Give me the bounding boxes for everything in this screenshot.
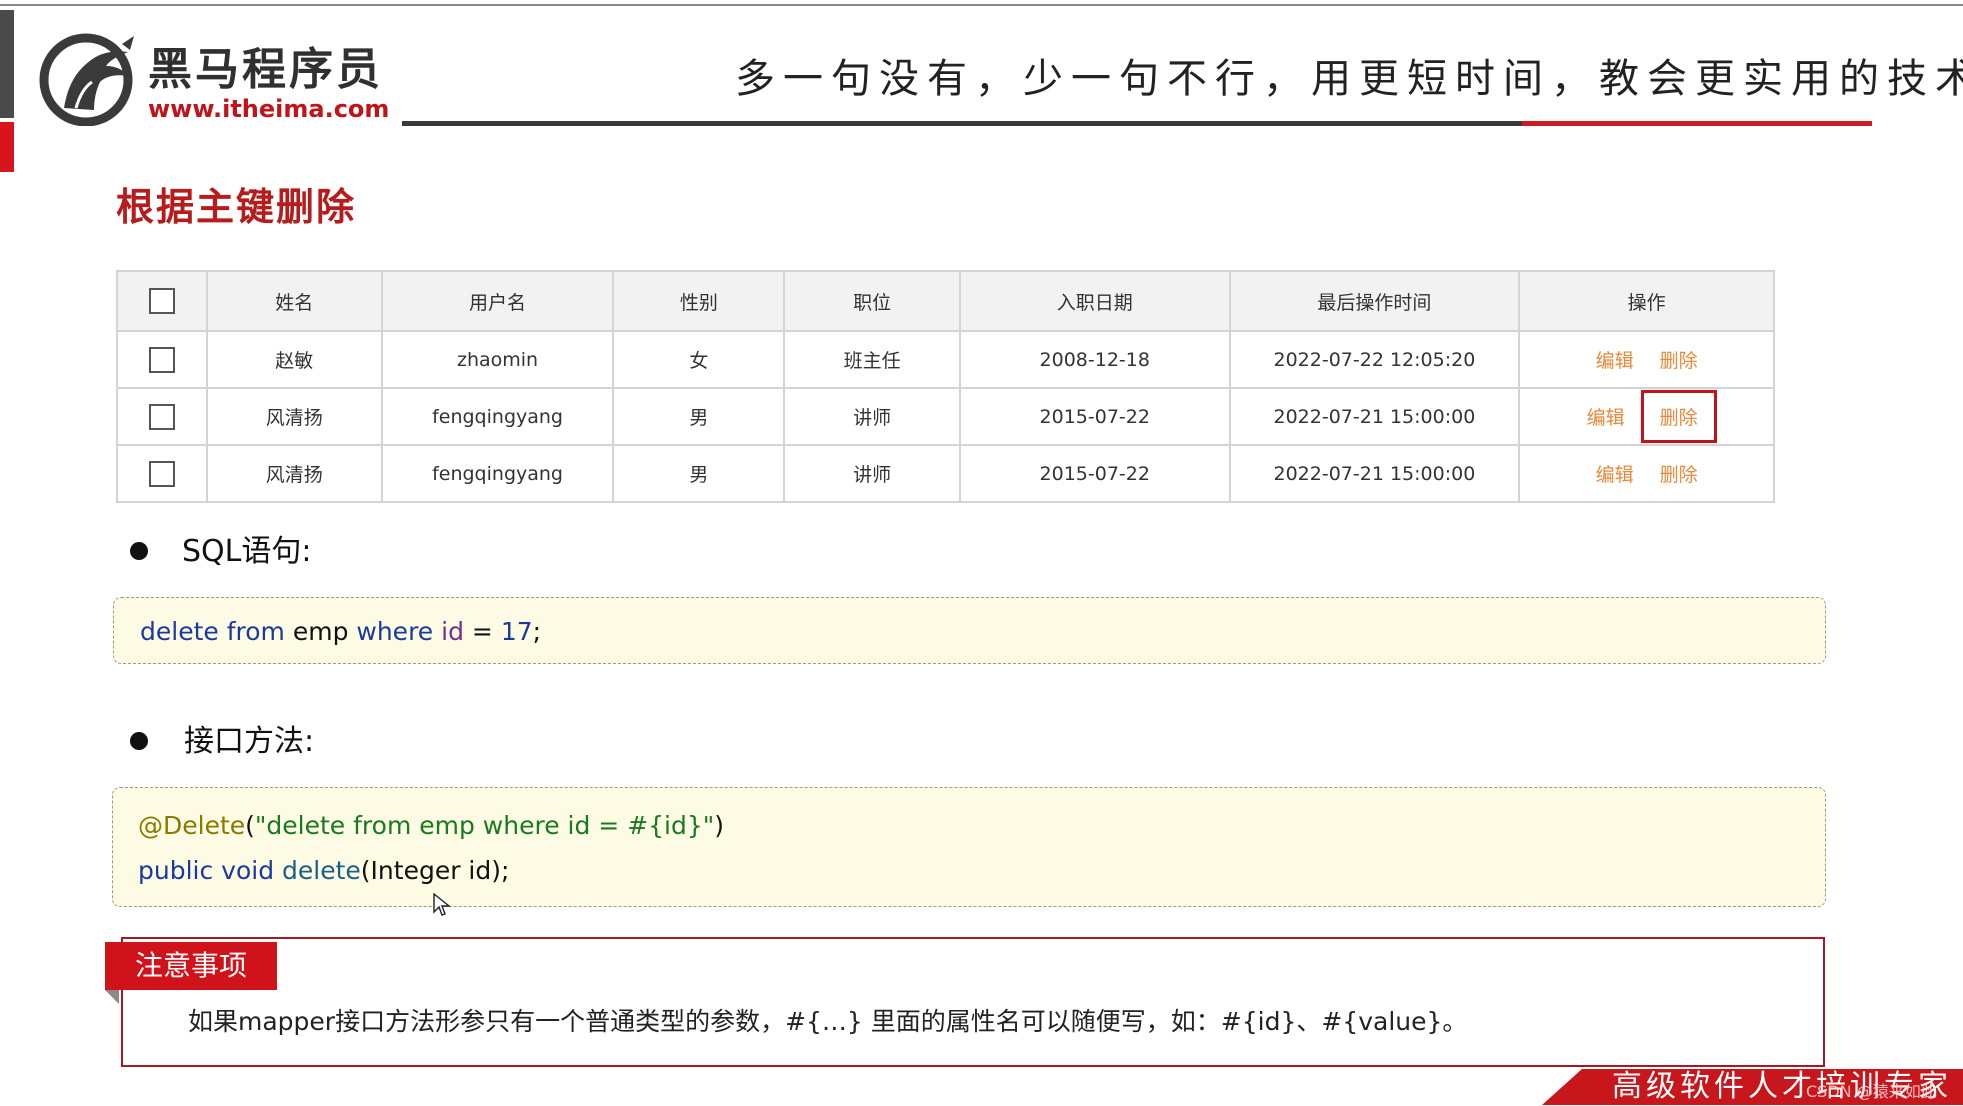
cell-entry-date: 2015-07-22 [958,387,1231,446]
brand-url: www.itheima.com [148,95,390,123]
cell-username: zhaomin [380,330,615,389]
annotation-sql-string: "delete from emp where id = #{id}" [254,811,715,840]
note-tag-fold [105,990,119,1004]
row-checkbox[interactable] [148,346,175,373]
annotation-delete: @Delete [138,811,246,840]
java-keywords: public void [138,856,275,885]
cell-entry-date: 2015-07-22 [958,444,1231,503]
sql-keyword-where: where [356,617,434,646]
delete-link[interactable]: 删除 [1650,338,1708,381]
table-row: 赵敏 zhaomin 女 班主任 2008-12-18 2022-07-22 1… [116,330,1775,389]
note-box [121,937,1825,1067]
row-checkbox-cell [116,387,208,446]
sql-equals: = [463,617,501,646]
top-border-line [0,4,1963,6]
table-row: 风清扬 fengqingyang 男 讲师 2015-07-22 2022-07… [116,444,1775,503]
edit-link[interactable]: 编辑 [1586,338,1644,381]
method-code-box: @Delete("delete from emp where id = #{id… [112,787,1826,907]
header-position: 职位 [783,270,961,332]
row-checkbox-cell [116,330,208,389]
horse-logo-icon [39,33,134,126]
cell-last-operation: 2022-07-21 15:00:00 [1228,387,1521,446]
cell-name: 赵敏 [205,330,383,389]
mouse-cursor-icon [433,893,451,916]
header-name: 姓名 [205,270,383,332]
sql-space [433,617,441,646]
note-text: 如果mapper接口方法形参只有一个普通类型的参数，#{…} 里面的属性名可以随… [188,1007,1468,1036]
cell-position: 班主任 [783,330,961,389]
table-row: 风清扬 fengqingyang 男 讲师 2015-07-22 2022-07… [116,387,1775,446]
paren-open: ( [245,811,255,840]
header-entry-date: 入职日期 [958,270,1231,332]
sql-section-title: SQL语句: [182,534,312,569]
cell-username: fengqingyang [380,444,615,503]
left-edge-accent-red [0,122,14,172]
cell-gender: 女 [612,330,786,389]
brand-name: 黑马程序员 [148,44,383,95]
java-space [274,856,282,885]
method-code-line-2: public void delete(Integer id); [138,854,509,888]
header-gender: 性别 [612,270,786,332]
edit-link[interactable]: 编辑 [1586,452,1644,495]
row-checkbox[interactable] [148,403,175,430]
method-section-title: 接口方法: [184,724,315,759]
header-actions: 操作 [1518,270,1775,332]
cell-actions: 编辑 删除 [1518,330,1775,389]
csdn-watermark: CSDN @猿来如此 [1806,1082,1937,1101]
bullet-dot-icon [130,542,148,560]
header-last-operation-time: 最后操作时间 [1228,270,1521,332]
cell-username: fengqingyang [380,387,615,446]
method-params: (Integer id); [360,856,510,885]
sql-number: 17 [500,617,533,646]
edit-link[interactable]: 编辑 [1577,395,1635,438]
page-title: 根据主键删除 [116,185,357,229]
employee-table: 姓名 用户名 性别 职位 入职日期 最后操作时间 操作 赵敏 zhaomin 女… [116,270,1775,503]
cell-name: 风清扬 [205,387,383,446]
sql-table-name: emp [284,617,357,646]
method-code-line-1: @Delete("delete from emp where id = #{id… [138,809,724,843]
bullet-dot-icon [130,732,148,750]
select-all-checkbox[interactable] [148,288,175,314]
sql-column-id: id [441,617,464,646]
paren-close: ) [714,811,725,840]
cell-gender: 男 [612,444,786,503]
header-username: 用户名 [380,270,615,332]
cell-entry-date: 2008-12-18 [958,330,1231,389]
sql-code-box: delete from emp where id = 17; [113,597,1826,664]
row-checkbox[interactable] [148,460,175,487]
header-rule-red [1522,121,1872,126]
sql-code-line: delete from emp where id = 17; [140,615,541,649]
left-edge-accent-dark [0,10,14,118]
note-tag: 注意事项 [105,942,277,990]
cell-actions: 编辑 删除 [1518,444,1775,503]
cell-name: 风清扬 [205,444,383,503]
cell-last-operation: 2022-07-22 12:05:20 [1228,330,1521,389]
method-name: delete [282,856,361,885]
header-rule-dark [402,121,1522,126]
delete-link[interactable]: 删除 [1650,452,1708,495]
sql-semicolon: ; [532,617,542,646]
table-header-row: 姓名 用户名 性别 职位 入职日期 最后操作时间 操作 [116,270,1775,332]
cell-position: 讲师 [783,387,961,446]
header-slogan: 多一句没有，少一句不行，用更短时间，教会更实用的技术！ [735,56,1963,102]
cell-actions: 编辑 删除 [1518,387,1775,446]
delete-link-highlighted[interactable]: 删除 [1640,390,1717,443]
cell-last-operation: 2022-07-21 15:00:00 [1228,444,1521,503]
cell-position: 讲师 [783,444,961,503]
select-all-cell [116,270,208,332]
row-checkbox-cell [116,444,208,503]
cell-gender: 男 [612,387,786,446]
sql-keyword-delete-from: delete from [140,617,285,646]
